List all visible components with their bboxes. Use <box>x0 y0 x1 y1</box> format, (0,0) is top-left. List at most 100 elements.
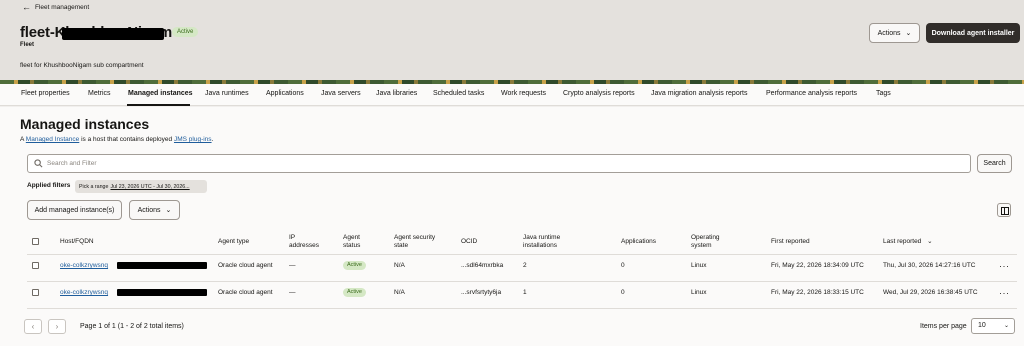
chevron-down-icon: ⌄ <box>165 207 172 214</box>
tab-java-libraries[interactable]: Java libraries <box>376 90 417 97</box>
column-header-line: Java runtime <box>523 234 561 241</box>
page-header: ← Fleet management fleet-KhushbooNigam A… <box>0 0 1024 80</box>
managed-instance-link[interactable]: Managed Instance <box>26 136 79 143</box>
column-header-applications[interactable]: Applications <box>621 238 656 246</box>
tab-java-migration-analysis-reports[interactable]: Java migration analysis reports <box>651 90 748 97</box>
row-more-icon[interactable]: ··· <box>999 262 1010 271</box>
chevron-right-icon: › <box>55 322 59 331</box>
active-tab-indicator <box>127 104 190 106</box>
tab-metrics[interactable]: Metrics <box>88 90 111 97</box>
column-header-line: status <box>343 242 361 249</box>
column-header-line: installations <box>523 242 557 249</box>
tab-work-requests[interactable]: Work requests <box>501 90 546 97</box>
table-divider <box>27 254 1017 255</box>
last-reported-cell: Wed, Jul 29, 2026 16:38:45 UTC <box>883 289 978 296</box>
back-link[interactable]: ← Fleet management <box>22 2 90 12</box>
intro-text: is a host that contains deployed <box>79 136 174 143</box>
section-heading: Managed instances <box>20 116 150 132</box>
intro-text: . <box>211 136 214 143</box>
agent-type-cell: Oracle cloud agent <box>218 262 273 269</box>
security-state-cell: N/A <box>394 289 405 296</box>
redaction-mark <box>117 262 207 269</box>
tab-crypto-analysis-reports[interactable]: Crypto analysis reports <box>563 90 635 97</box>
ocid-cell[interactable]: ...srvfsrtyty6ja <box>461 289 501 296</box>
first-reported-cell: Fri, May 22, 2026 18:33:15 UTC <box>771 289 864 296</box>
column-header-operating-system[interactable]: Operating system <box>691 234 720 250</box>
add-managed-instance-button[interactable]: Add managed instance(s) <box>27 200 122 220</box>
column-header-line: Agent <box>343 234 360 241</box>
column-header-ip[interactable]: IP addresses <box>289 234 319 250</box>
column-header-line: addresses <box>289 242 319 249</box>
tab-java-runtimes[interactable]: Java runtimes <box>205 90 249 97</box>
os-cell: Linux <box>691 262 707 269</box>
first-reported-cell: Fri, May 22, 2026 18:34:09 UTC <box>771 262 864 269</box>
host-link[interactable]: oke-colkzrywsnq <box>60 262 108 269</box>
agent-type-cell: Oracle cloud agent <box>218 289 273 296</box>
jms-plugins-link[interactable]: JMS plug-ins <box>174 136 212 143</box>
security-state-cell: N/A <box>394 262 405 269</box>
applications-count-cell: 0 <box>621 262 625 269</box>
row-checkbox[interactable] <box>32 289 39 296</box>
column-header-ocid[interactable]: OCID <box>461 238 477 246</box>
tab-tags[interactable]: Tags <box>876 90 891 97</box>
status-badge: Active <box>343 288 366 297</box>
search-placeholder: Search and Filter <box>47 160 97 167</box>
os-cell: Linux <box>691 289 707 296</box>
row-checkbox[interactable] <box>32 262 39 269</box>
applied-filters-label: Applied filters <box>27 182 71 189</box>
section-intro: A Managed Instance is a host that contai… <box>20 136 213 143</box>
column-header-agent-type[interactable]: Agent type <box>218 238 249 246</box>
tab-bar: Fleet properties Metrics Managed instanc… <box>0 84 1024 106</box>
chevron-left-icon: ‹ <box>31 322 35 331</box>
redaction-mark <box>117 289 207 296</box>
search-icon <box>34 159 43 168</box>
tab-managed-instances[interactable]: Managed instances <box>128 90 193 97</box>
fleet-description: fleet for KhushbooNigam sub compartment <box>20 62 144 69</box>
items-per-page-select[interactable]: 10 ⌄ <box>971 318 1015 334</box>
tab-performance-analysis-reports[interactable]: Performance analysis reports <box>766 90 857 97</box>
header-actions-label: Actions <box>877 29 901 37</box>
header-actions-button[interactable]: Actions ⌄ <box>869 23 920 43</box>
column-header-line: IP <box>289 234 296 241</box>
download-agent-installer-button[interactable]: Download agent installer <box>926 23 1020 43</box>
runtime-count-cell: 1 <box>523 289 527 296</box>
column-header-last-reported[interactable]: Last reported ⌄ <box>883 238 933 246</box>
back-link-label: Fleet management <box>35 4 90 11</box>
search-input[interactable]: Search and Filter <box>27 154 971 173</box>
previous-page-button[interactable]: ‹ <box>24 319 42 334</box>
tab-scheduled-tasks[interactable]: Scheduled tasks <box>433 90 484 97</box>
column-header-agent-status[interactable]: Agent status <box>343 234 360 250</box>
ocid-cell[interactable]: ...sdl64mxrbka <box>461 262 503 269</box>
column-header-line: state <box>394 242 409 249</box>
applications-count-cell: 0 <box>621 289 625 296</box>
filter-chip[interactable]: Pick a range Jul 23, 2026 UTC - Jul 30, … <box>75 180 207 193</box>
column-header-label: Last reported <box>883 238 922 245</box>
table-divider <box>27 308 1017 309</box>
items-per-page-label: Items per page <box>920 323 967 330</box>
tab-fleet-properties[interactable]: Fleet properties <box>21 90 70 97</box>
column-header-security-state[interactable]: Agent security state <box>394 234 435 250</box>
row-more-icon[interactable]: ··· <box>999 289 1010 298</box>
tab-applications[interactable]: Applications <box>266 90 304 97</box>
column-header-first-reported[interactable]: First reported <box>771 238 810 246</box>
column-header-line: Agent security <box>394 234 436 241</box>
redaction-mark <box>62 28 164 40</box>
items-per-page-value: 10 <box>978 322 986 329</box>
tab-java-servers[interactable]: Java servers <box>321 90 361 97</box>
status-badge: Active <box>343 261 366 270</box>
chevron-down-icon: ⌄ <box>1003 323 1009 329</box>
resource-type-label: Fleet <box>20 42 35 48</box>
column-header-host[interactable]: Host/FQDN <box>60 238 94 246</box>
columns-icon[interactable] <box>997 203 1011 217</box>
last-reported-cell: Thu, Jul 30, 2026 14:27:16 UTC <box>883 262 976 269</box>
next-page-button[interactable]: › <box>48 319 66 334</box>
host-link[interactable]: oke-colkzrywsnq <box>60 289 108 296</box>
column-header-java-runtime[interactable]: Java runtime installations <box>523 234 560 250</box>
select-all-checkbox[interactable] <box>32 238 39 245</box>
back-arrow-icon: ← <box>22 2 31 12</box>
column-header-line: system <box>691 242 712 249</box>
search-button[interactable]: Search <box>977 154 1012 173</box>
table-actions-label: Actions <box>137 206 161 214</box>
table-actions-button[interactable]: Actions ⌄ <box>129 200 180 220</box>
runtime-count-cell: 2 <box>523 262 527 269</box>
